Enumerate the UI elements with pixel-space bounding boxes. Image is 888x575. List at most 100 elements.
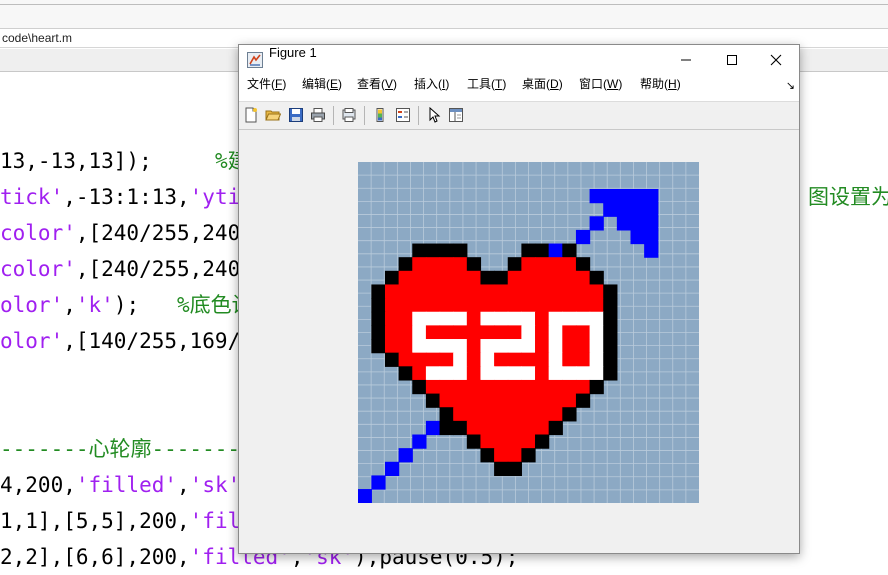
heart-fill-pixel — [412, 366, 427, 381]
open-file-button[interactable] — [264, 106, 282, 124]
menu-file[interactable]: 文件(F) — [247, 75, 286, 92]
heart-fill-pixel — [480, 393, 495, 408]
new-file-button[interactable] — [242, 106, 260, 124]
heart-fill-pixel — [507, 434, 522, 449]
print-preview-button[interactable] — [340, 106, 358, 124]
maximize-button[interactable] — [709, 45, 755, 75]
heart-fill-pixel — [521, 379, 536, 395]
heart-outline-pixel — [371, 325, 386, 340]
close-button[interactable] — [753, 45, 799, 75]
heart-fill-pixel — [507, 448, 522, 463]
heart-fill-pixel — [453, 298, 468, 313]
menu-edit[interactable]: 编辑(E) — [302, 75, 342, 92]
heart-fill-pixel — [425, 270, 441, 286]
text-520-pixel — [589, 339, 604, 354]
heart-outline-pixel — [535, 243, 550, 258]
toolbar-separator — [364, 106, 365, 125]
arrow-pixel — [603, 202, 618, 217]
heart-outline-pixel — [398, 366, 413, 381]
menu-insert[interactable]: 插入(I) — [414, 75, 449, 92]
select-arrow-button[interactable] — [425, 106, 443, 124]
heart-fill-pixel — [535, 366, 550, 381]
text-520-pixel — [521, 311, 536, 326]
heart-fill-pixel — [521, 270, 536, 286]
text-520-pixel — [480, 311, 495, 326]
text-520-pixel — [425, 311, 441, 326]
code-line: -------心轮廓------- — [0, 431, 240, 467]
save-button[interactable] — [287, 106, 305, 124]
heart-outline-pixel — [603, 366, 618, 381]
heart-fill-pixel — [548, 393, 563, 408]
code-token: tick' — [0, 185, 64, 209]
arrow-pixel — [358, 489, 372, 503]
heart-outline-pixel — [371, 298, 386, 313]
heart-outline-pixel — [371, 339, 386, 354]
heart-fill-pixel — [466, 379, 482, 395]
insert-colorbar-button[interactable] — [371, 106, 389, 124]
text-520-pixel — [425, 339, 441, 354]
arrow-pixel — [575, 229, 591, 245]
code-token: ); — [113, 293, 178, 317]
heart-fill-pixel — [398, 284, 413, 299]
heart-fill-pixel — [466, 352, 482, 367]
menu-help[interactable]: 帮助(H) — [640, 75, 681, 92]
heart-fill-pixel — [535, 311, 550, 326]
insert-legend-button[interactable] — [394, 106, 412, 124]
heart-fill-pixel — [398, 325, 413, 340]
heart-fill-pixel — [507, 284, 522, 299]
heart-fill-pixel — [562, 393, 577, 408]
heart-outline-pixel — [562, 407, 577, 422]
print-button[interactable] — [309, 106, 327, 124]
heart-fill-pixel — [453, 270, 468, 286]
heart-fill-pixel — [384, 325, 400, 340]
arrow-pixel — [548, 243, 563, 258]
figure-window[interactable]: Figure 1 文件(F) 编辑(E) 查看(V) 插入(I) 工具(T) 桌… — [238, 44, 800, 554]
property-editor-button[interactable] — [447, 106, 465, 124]
heart-fill-pixel — [535, 284, 550, 299]
menu-desktop[interactable]: 桌面(D) — [522, 75, 563, 92]
heart-pixel-plot[interactable] — [358, 162, 699, 503]
heart-outline-pixel — [589, 379, 604, 395]
heart-fill-pixel — [494, 325, 509, 340]
heart-fill-pixel — [507, 270, 522, 286]
figure-title-bar[interactable]: Figure 1 — [239, 45, 799, 75]
text-520-pixel — [494, 339, 509, 354]
menu-window[interactable]: 窗口(W) — [579, 75, 622, 92]
heart-outline-pixel — [384, 352, 400, 367]
heart-fill-pixel — [466, 366, 482, 381]
text-520-pixel — [453, 339, 468, 354]
menu-view[interactable]: 查看(V) — [357, 75, 397, 92]
minimize-button[interactable] — [663, 45, 709, 75]
heart-outline-pixel — [603, 298, 618, 313]
text-520-pixel — [521, 339, 536, 354]
heart-fill-pixel — [439, 270, 454, 286]
heart-outline-pixel — [603, 325, 618, 340]
heart-fill-pixel — [575, 298, 591, 313]
heart-fill-pixel — [548, 407, 563, 422]
heart-outline-pixel — [507, 461, 522, 477]
heart-fill-pixel — [439, 393, 454, 408]
heart-fill-pixel — [548, 270, 563, 286]
heart-outline-pixel — [480, 270, 495, 286]
heart-fill-pixel — [562, 257, 577, 272]
code-token: ,-13:1:13, — [63, 185, 190, 209]
heart-fill-pixel — [412, 352, 427, 367]
heart-outline-pixel — [439, 420, 454, 436]
heart-fill-pixel — [466, 339, 482, 354]
heart-fill-pixel — [439, 257, 454, 272]
code-token: olor' — [0, 329, 64, 353]
text-520-pixel — [453, 352, 468, 367]
heart-fill-pixel — [575, 270, 591, 286]
heart-fill-pixel — [480, 325, 495, 340]
heart-fill-pixel — [412, 270, 427, 286]
heart-fill-pixel — [535, 393, 550, 408]
heart-outline-pixel — [603, 339, 618, 354]
heart-outline-pixel — [453, 420, 468, 436]
heart-fill-pixel — [562, 325, 577, 340]
code-token: 'k' — [75, 293, 114, 317]
heart-fill-pixel — [562, 298, 577, 313]
menu-tools[interactable]: 工具(T) — [467, 75, 506, 92]
arrow-pixel — [603, 188, 618, 204]
dock-figure-icon[interactable]: ↘ — [786, 79, 795, 92]
heart-fill-pixel — [575, 379, 591, 395]
